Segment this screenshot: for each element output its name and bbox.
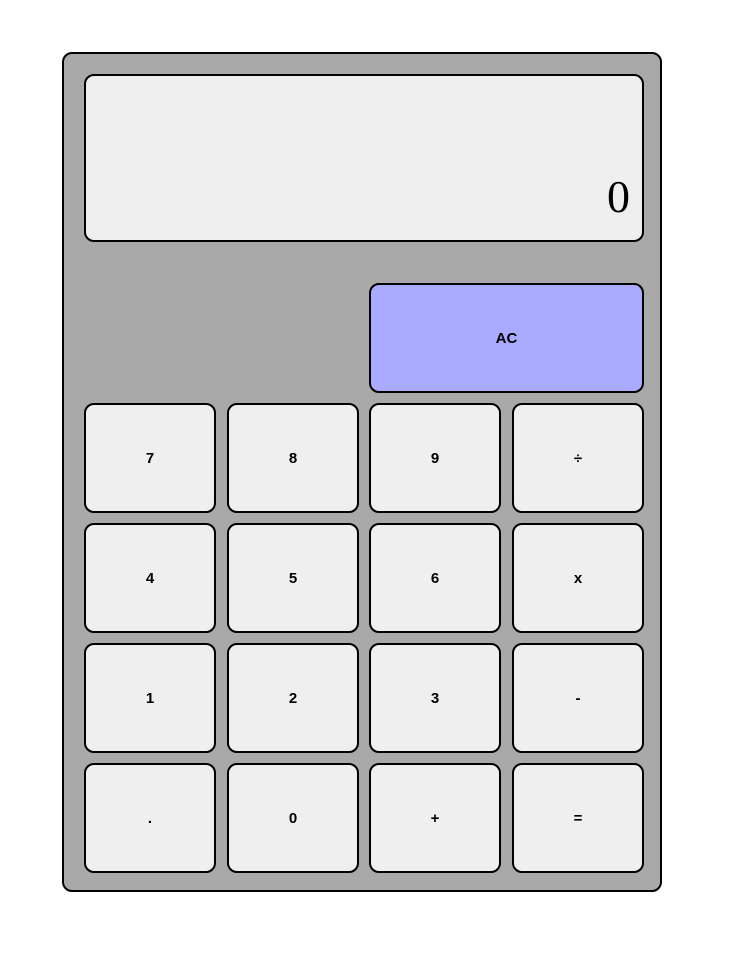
calculator-body: 0 AC 7 8 9 ÷ 4 5 6 x 1 2 3 - . 0 + = <box>62 52 662 892</box>
digit-6-label: 6 <box>430 569 440 587</box>
digit-9-label: 9 <box>430 449 440 467</box>
digit-0-button[interactable]: 0 <box>227 763 359 873</box>
digit-0-label: 0 <box>288 809 298 827</box>
digit-2-label: 2 <box>288 689 298 707</box>
multiply-label: x <box>573 569 583 587</box>
multiply-button[interactable]: x <box>512 523 644 633</box>
digit-4-button[interactable]: 4 <box>84 523 216 633</box>
digit-1-label: 1 <box>145 689 155 707</box>
digit-8-label: 8 <box>288 449 298 467</box>
add-label: + <box>430 809 440 827</box>
digit-2-button[interactable]: 2 <box>227 643 359 753</box>
subtract-label: - <box>575 689 581 707</box>
digit-5-label: 5 <box>288 569 298 587</box>
digit-7-label: 7 <box>145 449 155 467</box>
add-button[interactable]: + <box>369 763 501 873</box>
subtract-button[interactable]: - <box>512 643 644 753</box>
digit-6-button[interactable]: 6 <box>369 523 501 633</box>
decimal-button[interactable]: . <box>84 763 216 873</box>
equals-label: = <box>573 809 583 827</box>
digit-5-button[interactable]: 5 <box>227 523 359 633</box>
clear-button[interactable]: AC <box>369 283 644 393</box>
display-value: 0 <box>607 171 630 222</box>
divide-label: ÷ <box>573 449 583 467</box>
calculator-display: 0 <box>84 74 644 242</box>
digit-4-label: 4 <box>145 569 155 587</box>
digit-3-button[interactable]: 3 <box>369 643 501 753</box>
digit-9-button[interactable]: 9 <box>369 403 501 513</box>
clear-button-label: AC <box>495 329 518 347</box>
digit-8-button[interactable]: 8 <box>227 403 359 513</box>
equals-button[interactable]: = <box>512 763 644 873</box>
decimal-label: . <box>147 809 153 827</box>
digit-7-button[interactable]: 7 <box>84 403 216 513</box>
digit-3-label: 3 <box>430 689 440 707</box>
digit-1-button[interactable]: 1 <box>84 643 216 753</box>
divide-button[interactable]: ÷ <box>512 403 644 513</box>
